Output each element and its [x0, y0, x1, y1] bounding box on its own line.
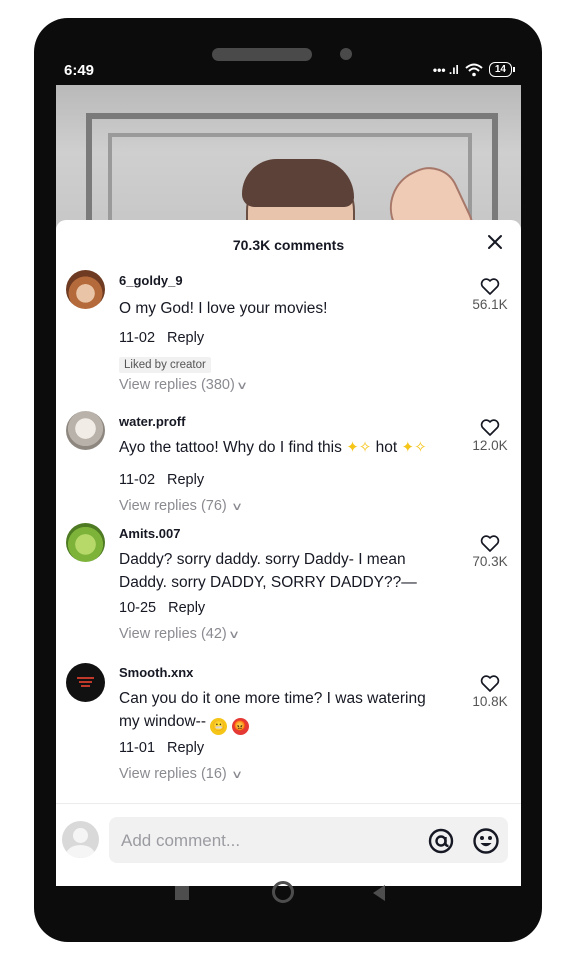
avatar-art [77, 677, 94, 687]
reply-button[interactable]: Reply [167, 472, 204, 488]
chevron-down-icon: ∨ [235, 380, 248, 392]
emoji-icon[interactable] [472, 827, 500, 855]
comment-text-part: Can you do it one more time? I was water… [119, 690, 426, 730]
comment-text-part: hot [375, 439, 398, 456]
avatar[interactable] [66, 270, 105, 309]
view-replies-button[interactable]: View replies (42)∨ [119, 626, 240, 642]
screen: 70.3K comments 6_goldy_9 O my God! I lov… [56, 85, 521, 886]
chevron-down-icon: ∨ [230, 769, 243, 781]
like-button[interactable]: 10.8K [465, 675, 515, 709]
nav-home-icon[interactable] [272, 881, 294, 903]
status-time: 6:49 [64, 62, 95, 79]
like-button[interactable]: 56.1K [465, 278, 515, 312]
sparkles-icon: ✦✧ [401, 439, 427, 456]
grimacing-face-icon: 😬 [210, 718, 228, 735]
comment-date: 10-25 [119, 600, 157, 616]
view-replies-button[interactable]: View replies (380)∨ [119, 377, 248, 393]
avatar[interactable] [66, 411, 105, 450]
sparkles-icon: ✦✧ [346, 439, 372, 456]
reply-button[interactable]: Reply [167, 740, 204, 756]
comment-username[interactable]: Smooth.xnx [119, 665, 193, 680]
comment-input-box[interactable] [109, 817, 508, 863]
view-replies-button[interactable]: View replies (16) ∨ [119, 766, 243, 782]
at-icon[interactable] [427, 827, 455, 855]
view-replies-button[interactable]: View replies (76) ∨ [119, 498, 243, 514]
user-avatar[interactable] [62, 821, 99, 858]
android-nav-bar [56, 868, 521, 914]
view-replies-label: View replies (16) [119, 766, 227, 782]
avatar-placeholder-head [73, 828, 88, 843]
battery-icon: 14 [488, 62, 516, 77]
signal-icon: ••• .ıl [432, 62, 459, 77]
like-count: 12.0K [472, 438, 508, 453]
comment-date: 11-02 [119, 330, 156, 346]
comment-text: Can you do it one more time? I was water… [119, 687, 439, 735]
avatar[interactable] [66, 523, 105, 562]
comment-text: Daddy? sorry daddy. sorry Daddy- I mean … [119, 551, 417, 591]
comment-input[interactable] [119, 827, 413, 855]
comment-username[interactable]: 6_goldy_9 [119, 273, 183, 288]
comment-username[interactable]: water.proff [119, 414, 185, 429]
comment-text: O my God! I love your movies! [119, 300, 328, 317]
view-replies-label: View replies (76) [119, 498, 227, 514]
like-button[interactable]: 12.0K [465, 419, 515, 453]
speaker-grille [212, 48, 312, 61]
status-icons: ••• .ıl 14 [432, 62, 516, 77]
phone-frame: 6:49 ••• .ıl 14 70.3K comments 6_goldy_9… [34, 18, 542, 942]
chevron-down-icon: ∨ [227, 629, 240, 641]
comment-meta: 11-02 Reply [119, 330, 204, 346]
avatar-placeholder-body [66, 845, 95, 858]
comment-meta: 10-25 Reply [119, 600, 205, 616]
like-button[interactable]: 70.3K [465, 535, 515, 569]
chevron-down-icon: ∨ [230, 501, 243, 513]
view-replies-label: View replies (380) [119, 377, 235, 393]
comment-input-bar [56, 803, 521, 870]
heart-icon [480, 535, 500, 552]
comment-text-part: Ayo the tattoo! Why do I find this [119, 439, 342, 456]
comments-count-title: 70.3K comments [232, 237, 345, 253]
like-count: 70.3K [472, 554, 508, 569]
comment-text: Ayo the tattoo! Why do I find this ✦✧ ho… [119, 436, 449, 459]
wifi-icon [465, 63, 483, 76]
close-icon[interactable] [487, 232, 503, 254]
like-count: 56.1K [472, 297, 508, 312]
comment-date: 11-01 [119, 740, 156, 756]
liked-by-creator-badge: Liked by creator [119, 357, 211, 373]
reply-button[interactable]: Reply [168, 600, 205, 616]
heart-icon [480, 419, 500, 436]
comment-date: 11-02 [119, 472, 156, 488]
avatar[interactable] [66, 663, 105, 702]
comments-sheet: 70.3K comments 6_goldy_9 O my God! I lov… [56, 220, 521, 886]
view-replies-label: View replies (42) [119, 626, 227, 642]
heart-icon [480, 675, 500, 692]
front-camera [340, 48, 352, 60]
nav-back-icon[interactable] [373, 885, 385, 901]
reply-button[interactable]: Reply [167, 330, 204, 346]
comment-username[interactable]: Amits.007 [119, 526, 180, 541]
heart-icon [480, 278, 500, 295]
comment-meta: 11-01 Reply [119, 740, 204, 756]
comment-meta: 11-02 Reply [119, 472, 204, 488]
like-count: 10.8K [472, 694, 508, 709]
video-art-hair [242, 159, 354, 207]
angry-face-icon: 😡 [231, 718, 249, 735]
nav-recents-icon[interactable] [175, 886, 189, 900]
